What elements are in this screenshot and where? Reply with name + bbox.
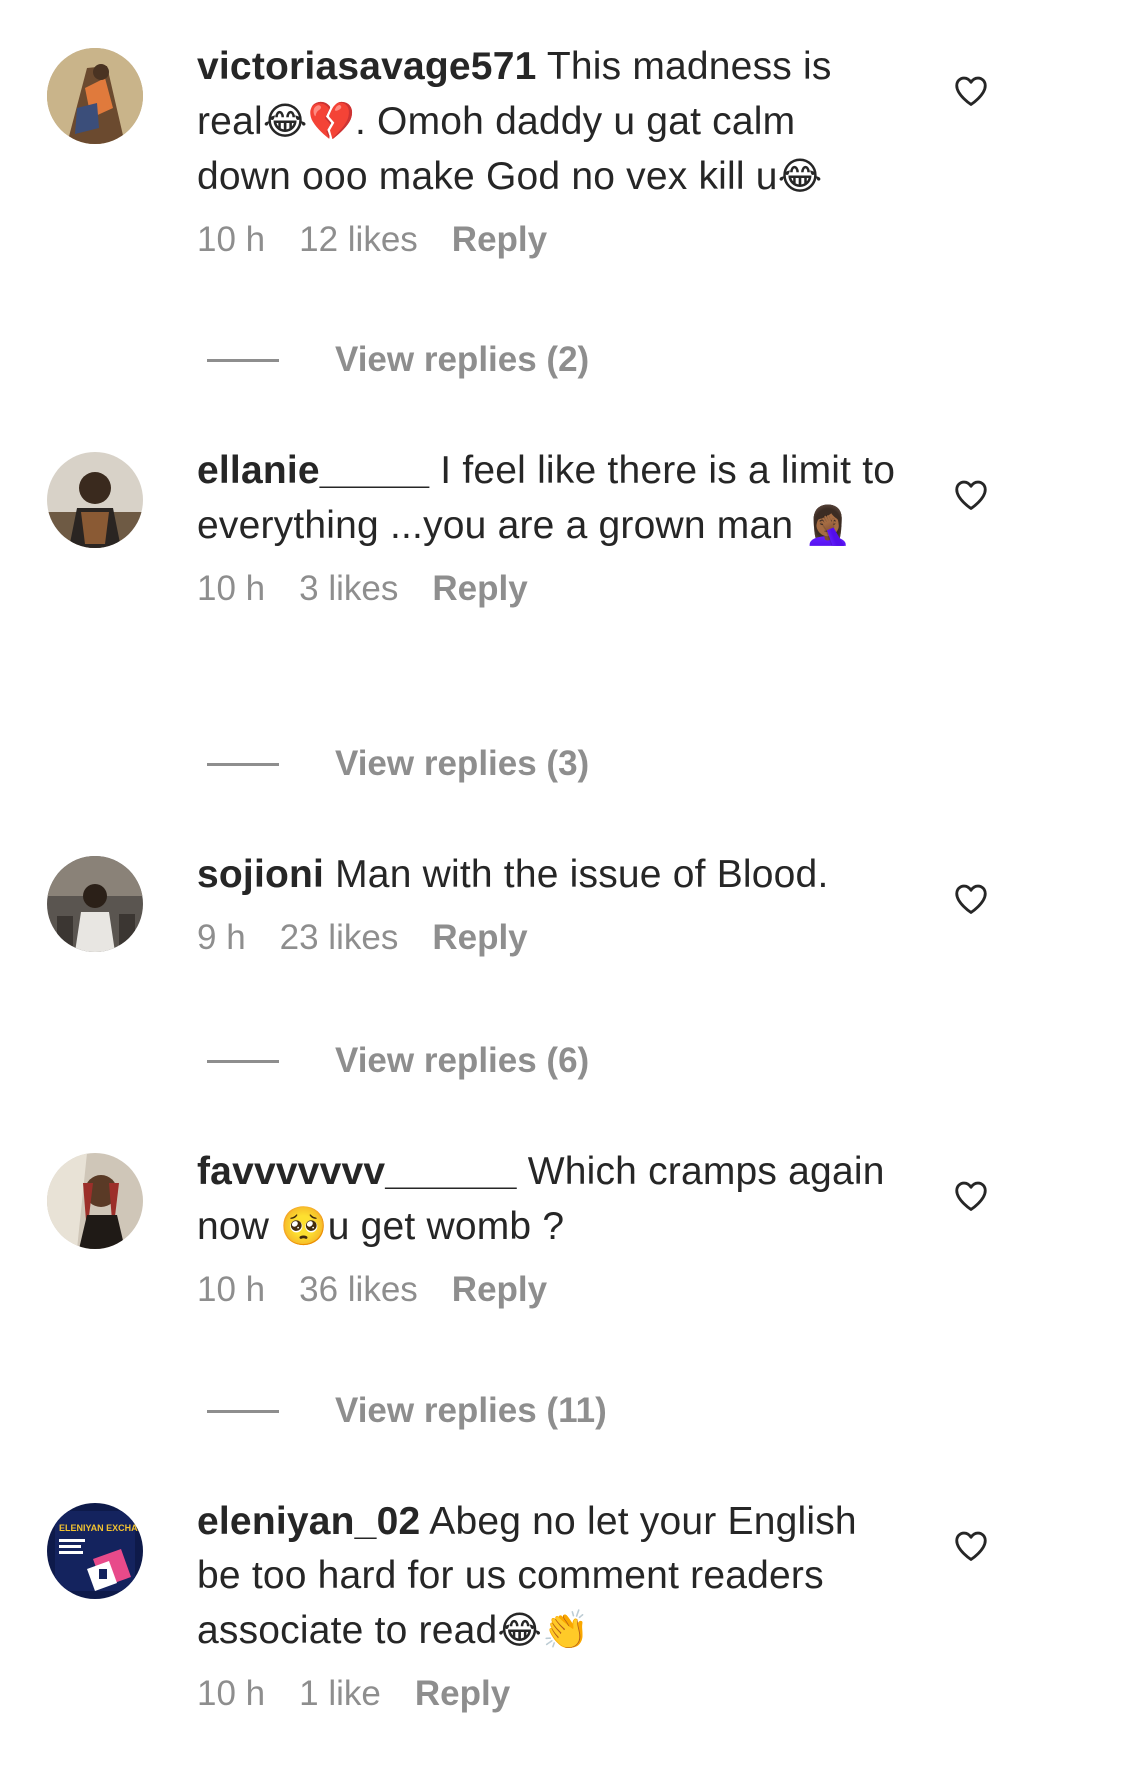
like-button[interactable] bbox=[952, 1527, 990, 1565]
avatar-image bbox=[47, 856, 143, 952]
emoji: 🥺 bbox=[280, 1204, 328, 1248]
comment-body: victoriasavage571 This madness is real😂💔… bbox=[197, 45, 897, 260]
avatar[interactable] bbox=[47, 1153, 143, 1249]
like-button[interactable] bbox=[952, 72, 990, 110]
view-replies-button[interactable]: View replies (2) bbox=[207, 338, 589, 382]
divider bbox=[207, 1059, 279, 1063]
divider bbox=[207, 762, 279, 766]
comment-time: 9 h bbox=[197, 918, 246, 957]
comment-text-part: Man with the issue of Blood. bbox=[324, 853, 829, 896]
comment-meta: 10 h 1 like Reply bbox=[197, 1674, 897, 1714]
heart-outline-icon bbox=[955, 76, 987, 106]
comment-username[interactable]: ellanie_____ bbox=[197, 449, 429, 492]
comment-text: sojioni Man with the issue of Blood. bbox=[197, 848, 897, 902]
comment-text: ellanie_____ I feel like there is a limi… bbox=[197, 444, 897, 553]
like-button[interactable] bbox=[952, 476, 990, 514]
view-replies-label: View replies (6) bbox=[335, 1041, 590, 1080]
heart-outline-icon bbox=[955, 1181, 987, 1211]
like-button[interactable] bbox=[952, 1177, 990, 1215]
like-count[interactable]: 3 likes bbox=[299, 569, 398, 608]
comment-meta: 10 h 36 likes Reply bbox=[197, 1270, 897, 1310]
emoji: 😂💔 bbox=[262, 99, 355, 143]
reply-button[interactable]: Reply bbox=[432, 918, 527, 957]
avatar[interactable] bbox=[47, 856, 143, 952]
emoji: 🤦🏾‍♀️ bbox=[804, 503, 852, 547]
emoji: 😂 bbox=[777, 154, 823, 198]
view-replies-label: View replies (2) bbox=[335, 340, 590, 379]
divider bbox=[207, 358, 279, 362]
avatar[interactable] bbox=[47, 452, 143, 548]
view-replies-button[interactable]: View replies (11) bbox=[207, 1389, 607, 1433]
like-button[interactable] bbox=[952, 880, 990, 918]
comment-body: favvvvvvv______ Which cramps again now 🥺… bbox=[197, 1150, 897, 1310]
comment-text: eleniyan_02 Abeg no let your English be … bbox=[197, 1495, 897, 1658]
avatar-logo-text: ELENIYAN EXCHANGE bbox=[59, 1523, 143, 1533]
avatar[interactable] bbox=[47, 48, 143, 144]
like-count[interactable]: 23 likes bbox=[280, 918, 399, 957]
divider bbox=[207, 1409, 279, 1413]
view-replies-label: View replies (11) bbox=[335, 1391, 607, 1430]
reply-button[interactable]: Reply bbox=[452, 220, 547, 259]
like-count[interactable]: 1 like bbox=[299, 1674, 381, 1713]
heart-outline-icon bbox=[955, 884, 987, 914]
avatar-image bbox=[47, 452, 143, 548]
comment-body: ellanie_____ I feel like there is a limi… bbox=[197, 449, 897, 609]
comment-time: 10 h bbox=[197, 569, 266, 608]
like-count[interactable]: 36 likes bbox=[299, 1270, 418, 1309]
avatar-image bbox=[47, 1153, 143, 1249]
comment-time: 10 h bbox=[197, 220, 266, 259]
heart-outline-icon bbox=[955, 1531, 987, 1561]
reply-button[interactable]: Reply bbox=[452, 1270, 547, 1309]
view-replies-label: View replies (3) bbox=[335, 744, 590, 783]
comment-body: sojioni Man with the issue of Blood. 9 h… bbox=[197, 853, 897, 958]
comment-text: victoriasavage571 This madness is real😂💔… bbox=[197, 40, 897, 204]
reply-button[interactable]: Reply bbox=[415, 1674, 510, 1713]
comment-time: 10 h bbox=[197, 1674, 266, 1713]
comment-meta: 10 h 3 likes Reply bbox=[197, 569, 897, 609]
avatar[interactable]: ELENIYAN EXCHANGE bbox=[47, 1503, 143, 1599]
avatar-image: ELENIYAN EXCHANGE bbox=[47, 1503, 143, 1599]
emoji: 😂👏 bbox=[497, 1608, 590, 1652]
comment-text-part: u get womb ? bbox=[327, 1205, 565, 1248]
heart-outline-icon bbox=[955, 480, 987, 510]
avatar-image bbox=[47, 48, 143, 144]
comment-username[interactable]: victoriasavage571 bbox=[197, 45, 536, 88]
comment-username[interactable]: sojioni bbox=[197, 853, 324, 896]
comment-username[interactable]: eleniyan_02 bbox=[197, 1500, 420, 1543]
like-count[interactable]: 12 likes bbox=[299, 220, 418, 259]
comment-username[interactable]: favvvvvvv______ bbox=[197, 1150, 517, 1193]
comment-meta: 9 h 23 likes Reply bbox=[197, 918, 897, 958]
view-replies-button[interactable]: View replies (3) bbox=[207, 742, 589, 786]
reply-button[interactable]: Reply bbox=[432, 569, 527, 608]
comment-meta: 10 h 12 likes Reply bbox=[197, 220, 897, 260]
comment-text: favvvvvvv______ Which cramps again now 🥺… bbox=[197, 1145, 897, 1254]
comment-time: 10 h bbox=[197, 1270, 266, 1309]
comment-body: eleniyan_02 Abeg no let your English be … bbox=[197, 1500, 897, 1714]
view-replies-button[interactable]: View replies (6) bbox=[207, 1039, 589, 1083]
